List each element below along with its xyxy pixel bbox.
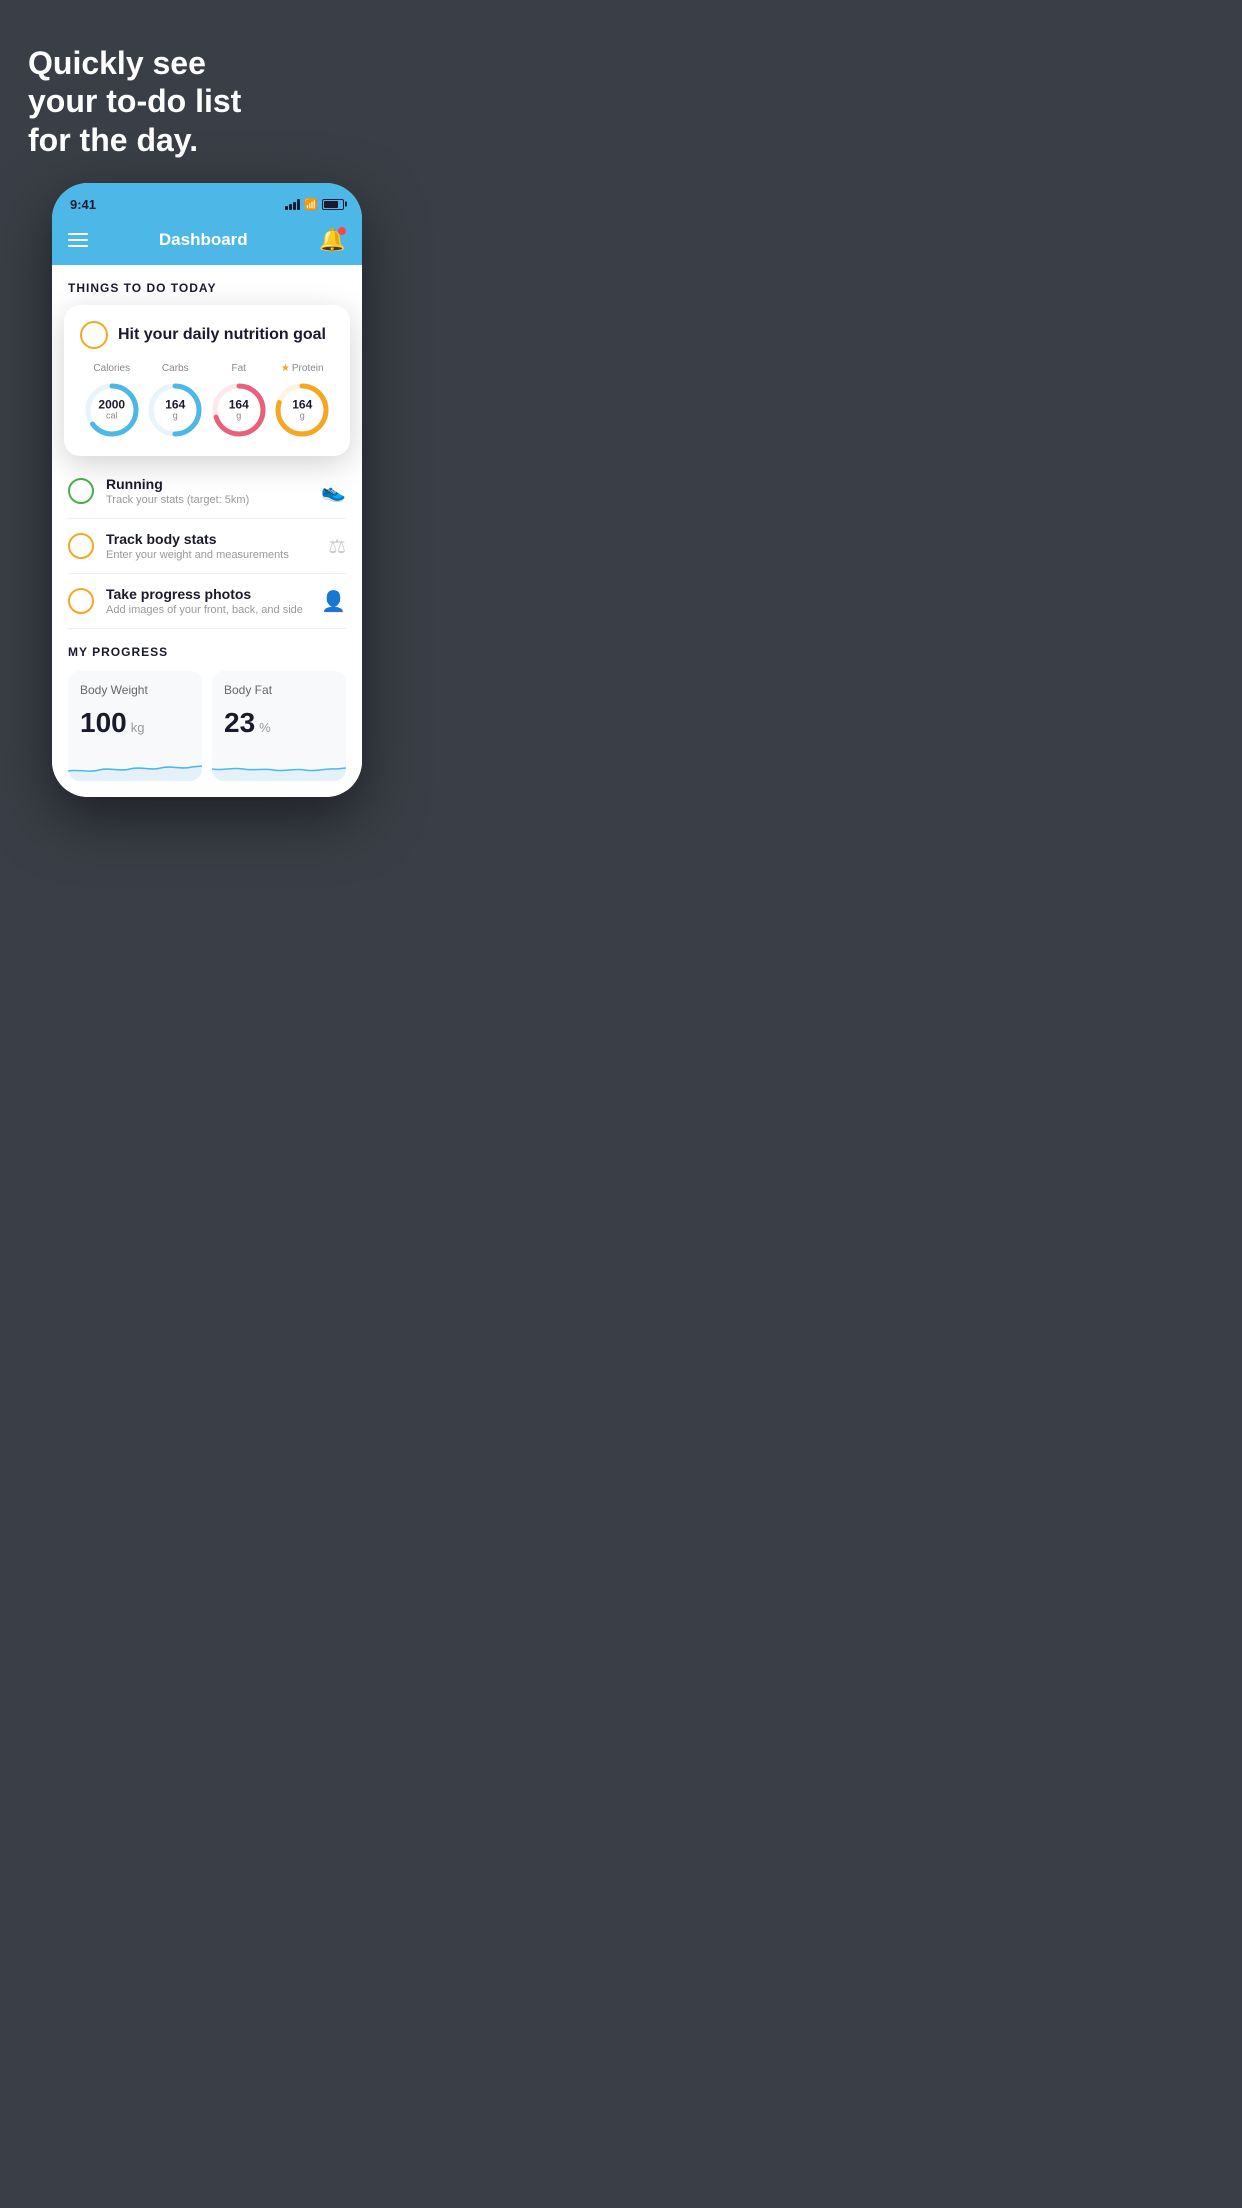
photos-info: Take progress photos Add images of your …	[106, 586, 309, 616]
nutrition-grid: Calories 2000 cal	[80, 363, 334, 440]
battery-icon	[322, 199, 344, 210]
status-bar: 9:41 📶	[52, 183, 362, 219]
calories-label: Calories	[93, 363, 130, 374]
body-stats-circle	[68, 533, 94, 559]
body-fat-chart	[212, 751, 346, 781]
body-weight-card[interactable]: Body Weight 100 kg	[68, 671, 202, 781]
nutrition-card[interactable]: Hit your daily nutrition goal Calories	[64, 305, 350, 456]
running-info: Running Track your stats (target: 5km)	[106, 476, 309, 506]
body-weight-chart	[68, 751, 202, 781]
nutrition-card-title: Hit your daily nutrition goal	[118, 326, 326, 344]
todo-item-running[interactable]: Running Track your stats (target: 5km) 👟	[68, 464, 346, 519]
notifications-button[interactable]: 🔔	[319, 227, 346, 253]
status-icons: 📶	[285, 198, 344, 211]
hero-title: Quickly see your to-do list for the day.	[28, 44, 386, 159]
carbs-ring: 164 g	[145, 380, 205, 440]
body-fat-title: Body Fat	[224, 683, 334, 697]
running-name: Running	[106, 476, 309, 492]
carbs-label: Carbs	[162, 363, 189, 374]
phone-mockup: 9:41 📶	[0, 183, 414, 837]
body-fat-unit: %	[259, 720, 271, 735]
menu-button[interactable]	[68, 233, 88, 247]
photos-desc: Add images of your front, back, and side	[106, 604, 309, 616]
body-weight-value-row: 100 kg	[80, 707, 190, 739]
photos-icon: 👤	[321, 589, 346, 614]
nutrition-fat: Fat 164 g	[209, 363, 269, 440]
calories-unit: cal	[98, 412, 125, 422]
progress-cards: Body Weight 100 kg	[68, 671, 346, 797]
todo-item-photos[interactable]: Take progress photos Add images of your …	[68, 574, 346, 629]
nutrition-check-circle	[80, 321, 108, 349]
nutrition-card-header: Hit your daily nutrition goal	[80, 321, 334, 349]
calories-ring: 2000 cal	[82, 380, 142, 440]
protein-label-row: ★ Protein	[281, 363, 324, 374]
carbs-unit: g	[165, 412, 185, 422]
body-stats-icon: ⚖	[328, 534, 346, 559]
signal-icon	[285, 198, 300, 210]
phone-screen: 9:41 📶	[52, 183, 362, 797]
body-fat-card[interactable]: Body Fat 23 %	[212, 671, 346, 781]
nav-bar: Dashboard 🔔	[52, 219, 362, 265]
star-icon: ★	[281, 363, 290, 374]
todo-item-body-stats[interactable]: Track body stats Enter your weight and m…	[68, 519, 346, 574]
body-stats-desc: Enter your weight and measurements	[106, 549, 316, 561]
running-icon: 👟	[321, 479, 346, 504]
progress-title: MY PROGRESS	[68, 645, 346, 659]
running-circle	[68, 478, 94, 504]
body-fat-value: 23	[224, 707, 255, 739]
photos-name: Take progress photos	[106, 586, 309, 602]
page-background: Quickly see your to-do list for the day.…	[0, 0, 414, 837]
app-content: THINGS TO DO TODAY Hit your daily nutrit…	[52, 265, 362, 797]
protein-ring: 164 g	[272, 380, 332, 440]
nutrition-calories: Calories 2000 cal	[82, 363, 142, 440]
protein-unit: g	[292, 412, 312, 422]
status-time: 9:41	[70, 197, 96, 212]
body-fat-value-row: 23 %	[224, 707, 334, 739]
body-stats-info: Track body stats Enter your weight and m…	[106, 531, 316, 561]
progress-section: MY PROGRESS Body Weight 100 kg	[52, 629, 362, 797]
nutrition-carbs: Carbs 164 g	[145, 363, 205, 440]
body-stats-name: Track body stats	[106, 531, 316, 547]
things-to-do-header: THINGS TO DO TODAY	[52, 265, 362, 305]
protein-label: Protein	[292, 363, 324, 374]
photos-circle	[68, 588, 94, 614]
things-to-do-title: THINGS TO DO TODAY	[68, 281, 216, 295]
fat-label: Fat	[232, 363, 246, 374]
todo-list: Running Track your stats (target: 5km) 👟…	[52, 464, 362, 629]
wifi-icon: 📶	[304, 198, 318, 211]
hero-section: Quickly see your to-do list for the day.	[0, 0, 414, 183]
nav-title: Dashboard	[159, 230, 248, 250]
body-weight-title: Body Weight	[80, 683, 190, 697]
body-weight-unit: kg	[131, 720, 145, 735]
nutrition-protein: ★ Protein 164 g	[272, 363, 332, 440]
body-weight-value: 100	[80, 707, 127, 739]
fat-ring: 164 g	[209, 380, 269, 440]
fat-unit: g	[229, 412, 249, 422]
running-desc: Track your stats (target: 5km)	[106, 494, 309, 506]
